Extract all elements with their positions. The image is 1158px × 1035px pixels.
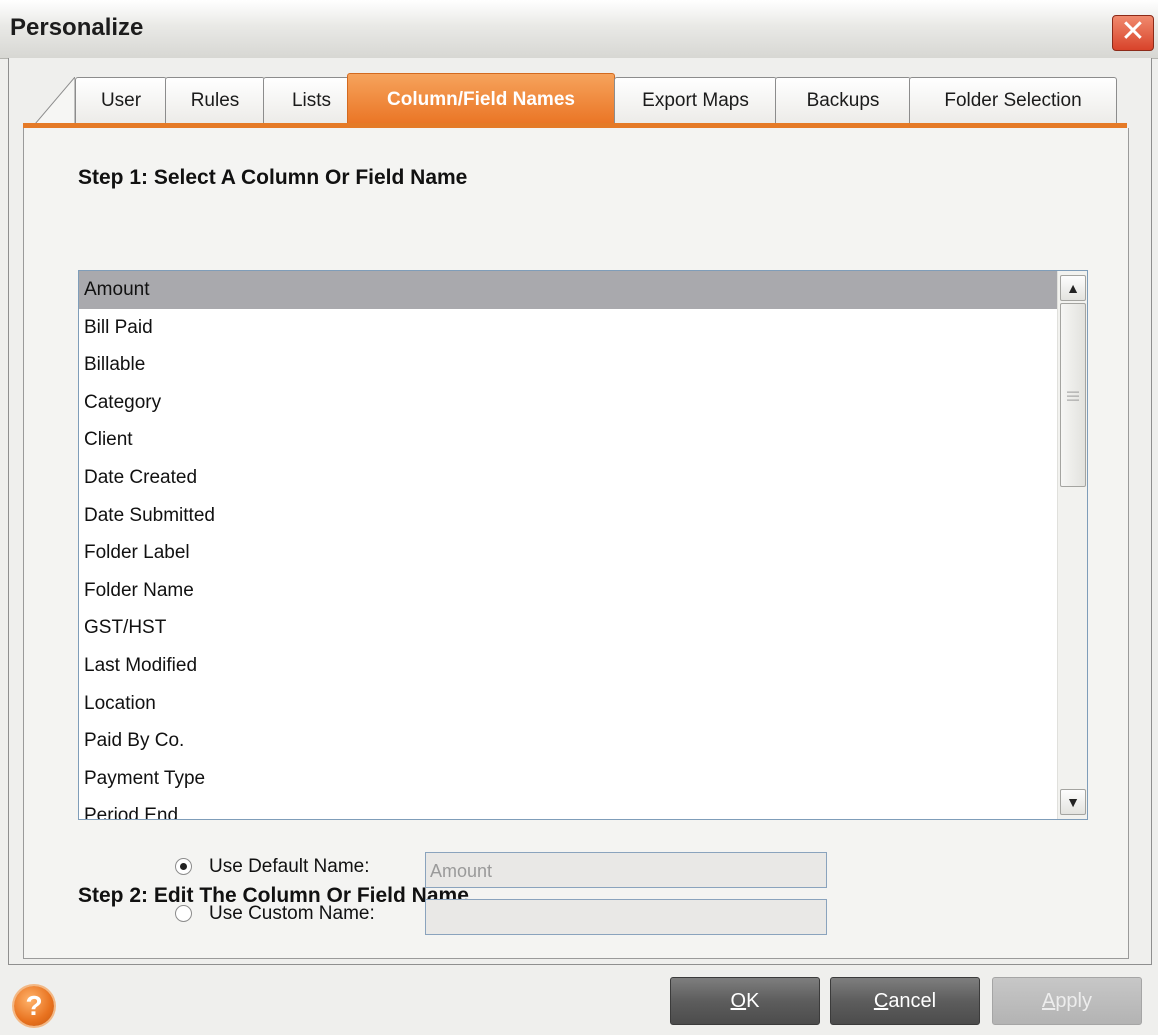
list-item[interactable]: Payment Type (79, 760, 1087, 798)
use-default-name-option[interactable]: Use Default Name: (175, 856, 415, 878)
default-name-field[interactable]: Amount (425, 852, 827, 888)
tab-folder-selection[interactable]: Folder Selection (909, 77, 1117, 124)
column-name-listbox[interactable]: Amount Bill Paid Billable Category Client Dat… (78, 270, 1088, 820)
tab-export-maps[interactable]: Export Maps (614, 77, 777, 124)
ok-accelerator: O (730, 990, 747, 1012)
list-item[interactable]: Folder Name (79, 572, 1087, 610)
title-bar[interactable]: Personalize ✕ (0, 0, 1158, 59)
apply-label: pply (1055, 990, 1093, 1012)
tab-lists[interactable]: Lists (263, 77, 360, 124)
list-item[interactable]: Location (79, 685, 1087, 723)
tab-column-field-names[interactable]: Column/Field Names (347, 73, 615, 125)
personalize-dialog: Personalize ✕ User Rules Lists Column/Fi… (0, 0, 1158, 1035)
list-items: Amount Bill Paid Billable Category Client Dat… (79, 271, 1087, 819)
close-icon: ✕ (1120, 15, 1146, 48)
tab-rules-label: Rules (190, 90, 240, 111)
list-item[interactable]: Folder Label (79, 534, 1087, 572)
tab-user[interactable]: User (75, 77, 167, 124)
apply-button: Apply (992, 977, 1142, 1025)
use-custom-name-option[interactable]: Use Custom Name: (175, 903, 415, 925)
chevron-up-icon: ▲ (1066, 280, 1080, 296)
ok-button[interactable]: OK (670, 977, 820, 1025)
close-button[interactable]: ✕ (1112, 15, 1154, 51)
tab-user-label: User (100, 90, 142, 111)
tab-export-maps-label: Export Maps (642, 90, 749, 111)
list-item[interactable]: Paid By Co. (79, 722, 1087, 760)
scroll-up-button[interactable]: ▲ (1060, 275, 1086, 301)
list-item[interactable]: GST/HST (79, 609, 1087, 647)
dialog-body: User Rules Lists Column/Field Names Expo… (8, 58, 1152, 965)
list-item[interactable]: Client (79, 421, 1087, 459)
list-item[interactable]: Billable (79, 346, 1087, 384)
help-icon[interactable]: ? (14, 986, 54, 1026)
tab-lists-label: Lists (291, 90, 332, 111)
list-item[interactable]: Bill Paid (79, 309, 1087, 347)
custom-name-field[interactable] (425, 899, 827, 935)
tab-backups-label: Backups (806, 90, 880, 111)
tab-rules[interactable]: Rules (165, 77, 265, 124)
chevron-down-icon: ▼ (1066, 794, 1080, 810)
list-item[interactable]: Period End (79, 797, 1087, 819)
tab-strip: User Rules Lists Column/Field Names Expo… (9, 58, 1151, 128)
tab-column-field-names-label: Column/Field Names (387, 89, 575, 110)
ok-label: K (746, 990, 760, 1012)
custom-name-label: Use Custom Name: (209, 903, 375, 924)
tab-panel: Step 1: Select A Column Or Field Name Am… (23, 128, 1129, 959)
tab-backups[interactable]: Backups (775, 77, 911, 124)
apply-accelerator: A (1041, 990, 1056, 1012)
grip-icon: — — — (1067, 384, 1079, 406)
list-item[interactable]: Last Modified (79, 647, 1087, 685)
step1-heading: Step 1: Select A Column Or Field Name (78, 166, 468, 189)
custom-name-radio[interactable] (175, 905, 192, 922)
scroll-thumb[interactable]: — — — (1060, 303, 1086, 487)
default-name-radio[interactable] (175, 858, 192, 875)
list-item[interactable]: Date Created (79, 459, 1087, 497)
scroll-down-button[interactable]: ▼ (1060, 789, 1086, 815)
cancel-button[interactable]: Cancel (830, 977, 980, 1025)
list-scrollbar[interactable]: ▲ — — — ▼ (1057, 271, 1087, 819)
list-item[interactable]: Date Submitted (79, 497, 1087, 535)
list-item[interactable]: Category (79, 384, 1087, 422)
tab-corner-decoration (35, 77, 75, 124)
tab-folder-selection-label: Folder Selection (944, 90, 1082, 111)
cancel-label: ancel (888, 990, 937, 1012)
radio-selected-dot (180, 863, 187, 870)
default-name-label: Use Default Name: (209, 856, 370, 877)
cancel-accelerator: C (873, 990, 889, 1012)
list-item[interactable]: Amount (79, 271, 1087, 309)
window-title: Personalize (10, 14, 144, 41)
